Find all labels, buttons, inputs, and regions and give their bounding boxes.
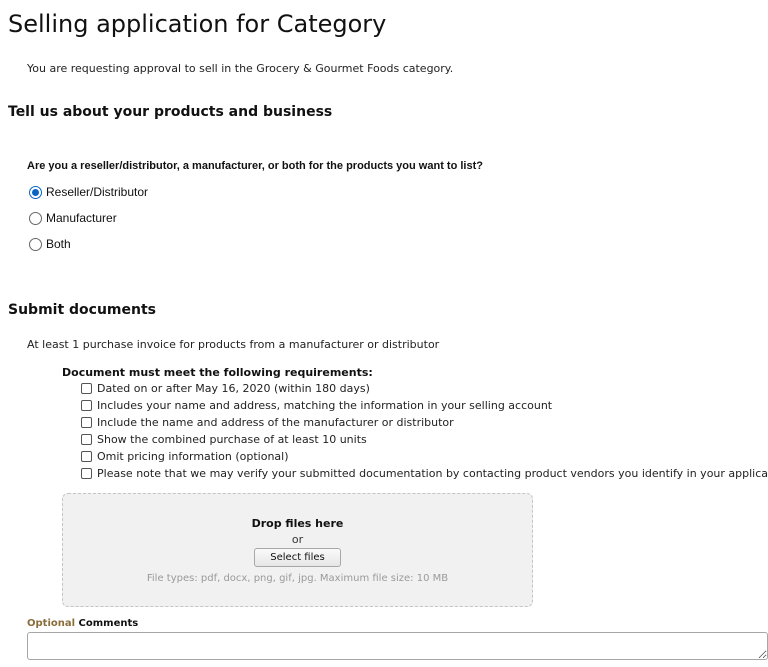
optional-tag: Optional (27, 618, 76, 629)
radio-label: Both (46, 237, 71, 251)
requirement-label: Please note that we may verify your subm… (97, 467, 768, 480)
requirements-list: Dated on or after May 16, 2020 (within 1… (81, 380, 768, 482)
requirement-checkbox[interactable] (81, 400, 92, 411)
documents-intro: At least 1 purchase invoice for products… (27, 338, 440, 351)
comments-label-text: Comments (78, 618, 139, 629)
radio-button-selected[interactable] (29, 185, 42, 199)
comments-input[interactable] (27, 632, 768, 660)
documents-section-heading: Submit documents (8, 302, 157, 318)
file-dropzone[interactable]: Drop files here or Select files File typ… (62, 493, 533, 607)
radio-button[interactable] (29, 237, 42, 251)
radio-button[interactable] (29, 211, 42, 225)
category-intro: You are requesting approval to sell in t… (27, 62, 454, 75)
page-title: Selling application for Category (8, 10, 387, 38)
radio-reseller-distributor[interactable]: Reseller/Distributor (29, 184, 148, 200)
requirement-item[interactable]: Omit pricing information (optional) (81, 448, 768, 465)
requirement-checkbox[interactable] (81, 383, 92, 394)
radio-both[interactable]: Both (29, 236, 71, 252)
select-files-button[interactable]: Select files (254, 547, 341, 567)
requirement-item[interactable]: Includes your name and address, matching… (81, 397, 768, 414)
requirement-checkbox[interactable] (81, 468, 92, 479)
requirement-label: Omit pricing information (optional) (97, 450, 289, 463)
requirement-label: Dated on or after May 16, 2020 (within 1… (97, 382, 370, 395)
requirement-item[interactable]: Include the name and address of the manu… (81, 414, 768, 431)
requirements-title: Document must meet the following require… (62, 366, 373, 379)
requirement-checkbox[interactable] (81, 434, 92, 445)
requirement-label: Include the name and address of the manu… (97, 416, 454, 429)
radio-label: Reseller/Distributor (46, 185, 149, 199)
comments-label: Optional Comments (27, 618, 138, 629)
requirement-item[interactable]: Please note that we may verify your subm… (81, 465, 768, 482)
file-types-hint: File types: pdf, docx, png, gif, jpg. Ma… (146, 572, 449, 584)
requirement-label: Show the combined purchase of at least 1… (97, 433, 367, 446)
requirement-checkbox[interactable] (81, 451, 92, 462)
requirement-label: Includes your name and address, matching… (97, 399, 553, 412)
requirement-item[interactable]: Show the combined purchase of at least 1… (81, 431, 768, 448)
radio-manufacturer[interactable]: Manufacturer (29, 210, 117, 226)
business-section-heading: Tell us about your products and business (8, 104, 333, 120)
drop-or-text: or (291, 532, 304, 546)
drop-files-title: Drop files here (251, 516, 344, 530)
radio-label: Manufacturer (46, 211, 117, 225)
requirement-checkbox[interactable] (81, 417, 92, 428)
requirement-item[interactable]: Dated on or after May 16, 2020 (within 1… (81, 380, 768, 397)
business-type-question: Are you a reseller/distributor, a manufa… (27, 160, 483, 172)
